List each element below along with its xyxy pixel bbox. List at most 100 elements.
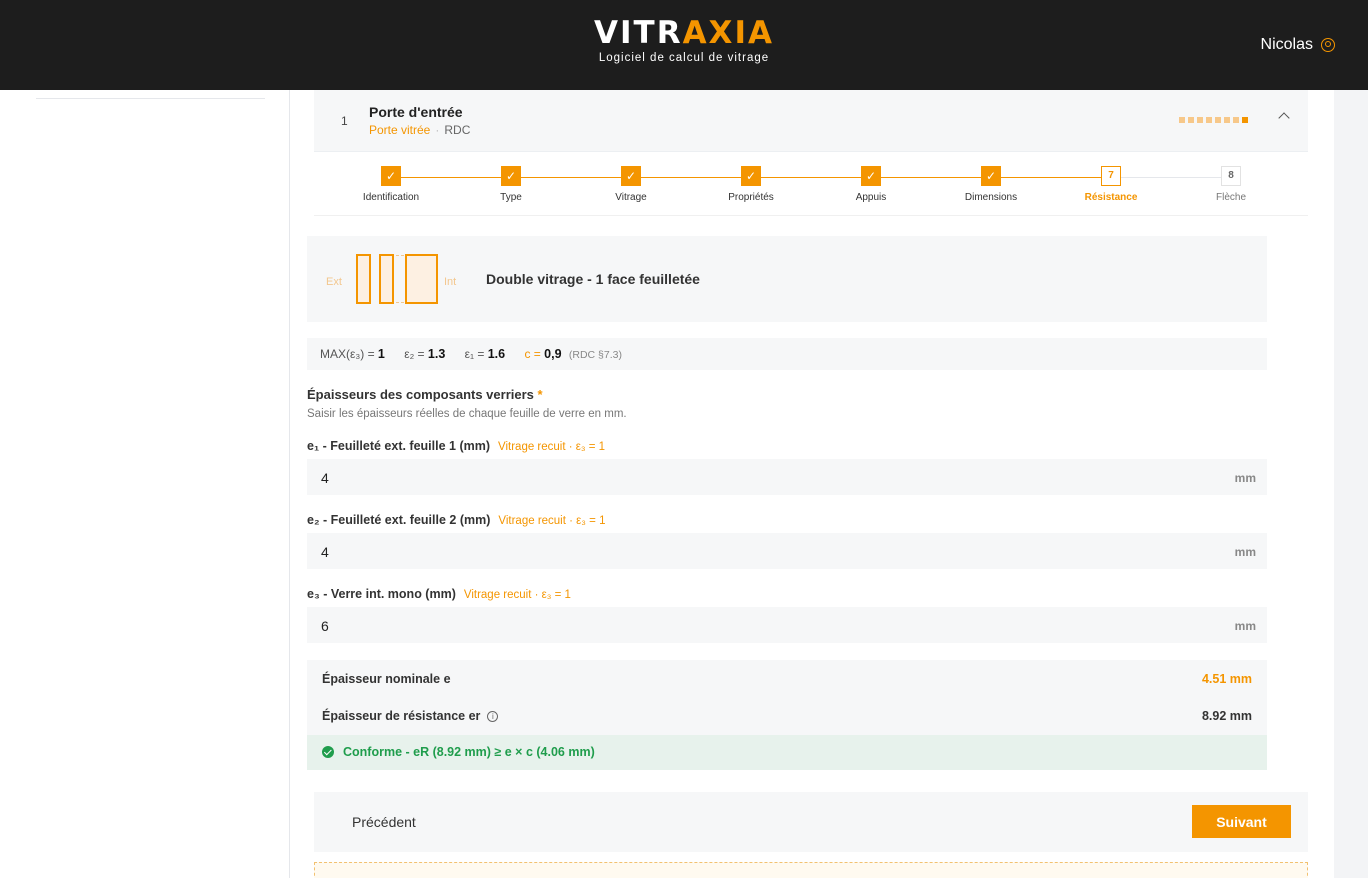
left-sidebar [0,90,290,878]
step-4[interactable]: ✓ Propriétés [691,166,811,203]
main-content: 1 Porte d'entrée Porte vitrée · RDC ✓ Ident… [290,90,1334,878]
tagline: Logiciel de calcul de vitrage [598,52,770,64]
logo-text-part2: AXIA [682,15,774,51]
brand: VITRAXIA Logiciel de calcul de vitrage [0,16,1368,64]
field-label-text: e₂ - Feuilleté ext. feuille 2 (mm) [307,513,491,527]
step-2[interactable]: ✓ Type [451,166,571,203]
field-label-text: e₃ - Verre int. mono (mm) [307,587,456,601]
step-check-icon: ✓ [381,166,401,186]
step-8[interactable]: 8 Flèche [1171,166,1291,203]
thickness-input-e1[interactable]: 4 mm [307,459,1267,495]
c-label: c = [524,347,545,361]
step-label: Type [500,192,522,203]
step-label: Propriétés [728,192,774,203]
section-help: Saisir les épaisseurs réelles de chaque … [307,408,627,420]
form-footer: Précédent Suivant [314,792,1308,852]
field-hint: Vitrage recuit · ε₃ = 1 [498,441,606,453]
input-value: 6 [321,618,329,634]
step-check-icon: ✓ [501,166,521,186]
field-label-e3: e₃ - Verre int. mono (mm) Vitrage recuit … [307,587,571,601]
info-icon[interactable]: i [487,711,499,722]
epsilon2-value: 1.3 [427,347,446,361]
resistance-thickness-value: 8.92 mm [1201,709,1252,723]
progress-dots [1179,117,1248,123]
step-label: Identification [362,192,420,203]
notice-box [314,862,1308,878]
item-subtitle: Porte vitrée · RDC [369,123,470,137]
item-card: 1 Porte d'entrée Porte vitrée · RDC ✓ Ident… [314,90,1308,216]
step-3[interactable]: ✓ Vitrage [571,166,691,203]
results-panel: Épaisseur nominale e 4.51 mm Épaisseur d… [307,660,1267,770]
progress-dot [1215,117,1221,123]
epsilon1-value: 1.6 [487,347,506,361]
field-hint: Vitrage recuit · ε₃ = 1 [463,589,571,601]
conformity-banner: Conforme - eR (8.92 mm) ≥ e × c (4.06 mm… [307,735,1267,770]
glazing-type-title: Double vitrage - 1 face feuilletée [486,271,700,287]
diagram-ext-label: Ext [326,276,342,288]
glazing-diagram-panel: Ext Int Double vitrage - 1 face feuillet… [307,236,1267,322]
step-label: Vitrage [615,192,647,203]
step-1[interactable]: ✓ Identification [331,166,451,203]
coefficients-bar: MAX(ε₃) = 1 ε₂ = 1.3 ε₁ = 1.6 c = 0,9 (R… [307,338,1267,370]
gap-line [396,255,404,256]
step-number: 7 [1101,166,1121,186]
item-title: Porte d'entrée [369,104,463,120]
step-7[interactable]: 7 Résistance [1051,166,1171,203]
logo-text-part1: VITR [594,15,683,51]
item-type: Porte vitrée [369,123,431,137]
step-5[interactable]: ✓ Appuis [811,166,931,203]
stepper: ✓ Identification ✓ Type ✓ Vitrage ✓ Propriétés ✓… [314,152,1308,216]
progress-dot [1197,117,1203,123]
gap-line [396,302,404,303]
input-unit: mm [1234,619,1256,633]
separator-dot: · [435,123,440,137]
nominal-thickness-row: Épaisseur nominale e 4.51 mm [322,672,1252,686]
section-title: Épaisseurs des composants verriers * [307,387,543,402]
diagram-int-label: Int [444,276,457,288]
input-unit: mm [1234,471,1256,485]
progress-dot-current [1242,117,1248,123]
progress-dot [1206,117,1212,123]
max-epsilon-value: 1 [377,347,385,361]
input-unit: mm [1234,545,1256,559]
item-card-header[interactable]: 1 Porte d'entrée Porte vitrée · RDC [314,90,1308,152]
user-icon [1321,38,1335,52]
step-check-icon: ✓ [981,166,1001,186]
glass-pane-e1 [356,254,371,304]
section-title-text: Épaisseurs des composants verriers [307,387,534,402]
progress-dot [1188,117,1194,123]
step-check-icon: ✓ [621,166,641,186]
thickness-input-e2[interactable]: 4 mm [307,533,1267,569]
field-hint: Vitrage recuit · ε₃ = 1 [498,515,606,527]
field-label-e2: e₂ - Feuilleté ext. feuille 2 (mm) Vitrag… [307,513,605,527]
chevron-up-icon[interactable] [1278,112,1290,124]
next-button[interactable]: Suivant [1192,805,1291,838]
step-check-icon: ✓ [741,166,761,186]
resistance-thickness-label: Épaisseur de résistance er [322,709,481,723]
previous-button[interactable]: Précédent [352,814,416,830]
step-6[interactable]: ✓ Dimensions [931,166,1051,203]
step-label: Appuis [855,192,887,203]
progress-dot [1224,117,1230,123]
input-value: 4 [321,544,329,560]
required-mark: * [537,387,543,402]
thickness-input-e3[interactable]: 6 mm [307,607,1267,643]
nominal-thickness-label: Épaisseur nominale e [322,672,451,686]
c-value: 0,9 [544,347,562,361]
step-number: 8 [1221,166,1241,186]
input-value: 4 [321,470,329,486]
field-label-text: e₁ - Feuilleté ext. feuille 1 (mm) [307,439,490,453]
user-menu[interactable]: Nicolas [1261,36,1335,54]
conformity-text: Conforme - eR (8.92 mm) ≥ e × c (4.06 mm… [343,745,595,759]
progress-dot [1233,117,1239,123]
max-epsilon-label: MAX(ε₃) = [320,347,378,361]
c-reference: (RDC §7.3) [568,349,622,361]
progress-dot [1179,117,1185,123]
nominal-thickness-value: 4.51 mm [1201,672,1252,686]
resistance-thickness-row: Épaisseur de résistance er i 8.92 mm [322,709,1252,723]
glass-pane-e2 [379,254,394,304]
epsilon1-label: ε₁ = [464,347,488,361]
epsilon2-label: ε₂ = [404,347,428,361]
logo[interactable]: VITRAXIA [0,16,1368,50]
top-bar: VITRAXIA Logiciel de calcul de vitrage N… [0,0,1368,90]
